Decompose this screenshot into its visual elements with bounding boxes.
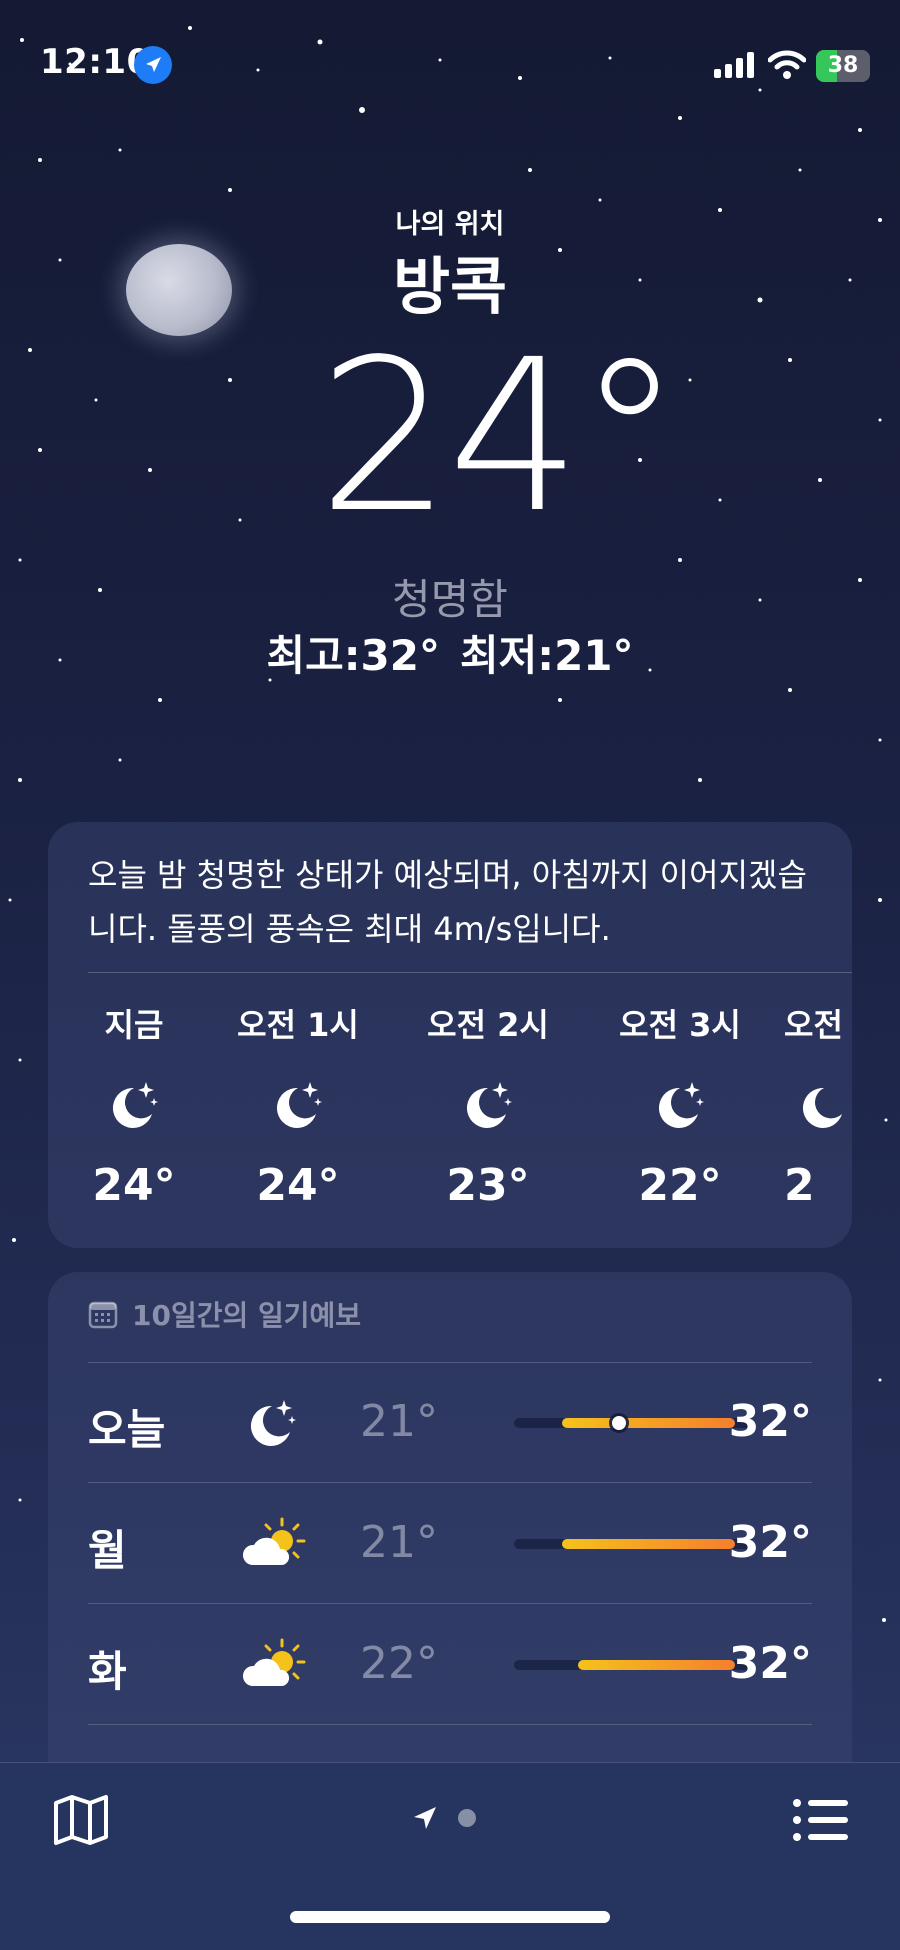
moon-stars-icon	[802, 1087, 842, 1128]
battery-icon: 38	[816, 50, 870, 82]
hour-temp: 23°	[446, 1160, 530, 1211]
hour-temp: 24°	[256, 1160, 340, 1211]
location-arrow-icon[interactable]	[412, 1805, 438, 1831]
divider	[88, 972, 852, 973]
hour-label: 오전 3시	[619, 1006, 741, 1044]
hour-item[interactable]: 오전 1시 24°	[208, 1000, 388, 1211]
page-indicator[interactable]	[412, 1805, 476, 1831]
current-temp-marker	[611, 1416, 626, 1430]
partly-cloudy-icon	[242, 1517, 306, 1565]
ten-day-forecast-card[interactable]: 10일간의 일기예보 오늘 21° 32° 월 21° 32° 화 22° 32…	[48, 1272, 852, 1792]
hourly-forecast-card[interactable]: 오늘 밤 청명한 상태가 예상되며, 아침까지 이어지겠습니다. 돌풍의 풍속은…	[48, 822, 852, 1248]
hour-item[interactable]: 지금 24°	[48, 1000, 224, 1211]
day-row[interactable]: 화 22° 32°	[88, 1604, 812, 1725]
moon-stars-icon	[466, 1082, 512, 1128]
city-name: 방콕	[392, 250, 508, 323]
hour-temp: 24°	[92, 1160, 176, 1211]
hour-label: 오전 1시	[237, 1006, 359, 1044]
day-label: 오늘	[88, 1405, 166, 1454]
battery-level: 38	[827, 53, 859, 78]
hour-temp: 2	[784, 1160, 815, 1211]
moon-stars-icon	[112, 1082, 158, 1128]
hour-label: 지금	[104, 1006, 164, 1044]
moon-stars-icon	[658, 1082, 704, 1128]
temp-range-bar	[514, 1539, 752, 1549]
day-row[interactable]: 월 21° 32°	[88, 1483, 812, 1604]
low-temp: 21°	[360, 1396, 438, 1447]
temp-range-fill	[578, 1660, 736, 1670]
hour-item[interactable]: 오전 2시 23°	[398, 1000, 578, 1211]
hour-label: 오전 4시	[784, 1006, 852, 1044]
current-temperature: 24°	[318, 314, 682, 559]
low-temp: 21°	[360, 1517, 438, 1568]
day-label: 월	[88, 1526, 127, 1575]
temp-range-bar	[514, 1660, 752, 1670]
ten-day-title: 10일간의 일기예보	[132, 1299, 362, 1332]
high-low: 최고:32° 최저:21°	[0, 622, 900, 683]
moon-stars-icon	[276, 1082, 322, 1128]
moon-stars-icon	[250, 1400, 296, 1446]
map-icon[interactable]	[52, 1793, 110, 1847]
day-label: 화	[88, 1647, 127, 1696]
high-temp: 32°	[728, 1517, 812, 1568]
home-indicator	[290, 1911, 610, 1923]
temp-range-fill	[561, 1539, 736, 1549]
page-dot[interactable]	[458, 1809, 476, 1827]
calendar-icon	[88, 1301, 118, 1329]
hour-item[interactable]: 오전 4시 2	[784, 1000, 852, 1211]
day-row[interactable]: 오늘 21° 32°	[88, 1362, 812, 1483]
hour-label: 오전 2시	[427, 1006, 549, 1044]
high-temp: 32°	[728, 1638, 812, 1689]
high-temp: 최고:32°	[266, 631, 440, 680]
weather-condition: 청명함	[392, 575, 508, 624]
ten-day-header: 10일간의 일기예보	[88, 1294, 361, 1334]
high-temp: 32°	[728, 1396, 812, 1447]
hour-item[interactable]: 오전 3시 22°	[590, 1000, 770, 1211]
low-temp: 22°	[360, 1638, 438, 1689]
low-temp: 최저:21°	[460, 631, 634, 680]
partly-cloudy-icon	[242, 1638, 306, 1686]
location-arrow-icon	[134, 46, 172, 84]
wifi-icon	[768, 50, 806, 79]
forecast-summary: 오늘 밤 청명한 상태가 예상되며, 아침까지 이어지겠습니다. 돌풍의 풍속은…	[88, 856, 807, 948]
divider	[88, 1724, 812, 1725]
cellular-signal-icon	[714, 52, 754, 78]
hour-temp: 22°	[638, 1160, 722, 1211]
bottom-toolbar	[0, 1762, 900, 1950]
temp-range-fill	[561, 1418, 736, 1428]
temp-range-bar	[514, 1416, 752, 1430]
status-bar: 12:10 38	[0, 0, 900, 130]
list-icon[interactable]	[792, 1797, 848, 1843]
